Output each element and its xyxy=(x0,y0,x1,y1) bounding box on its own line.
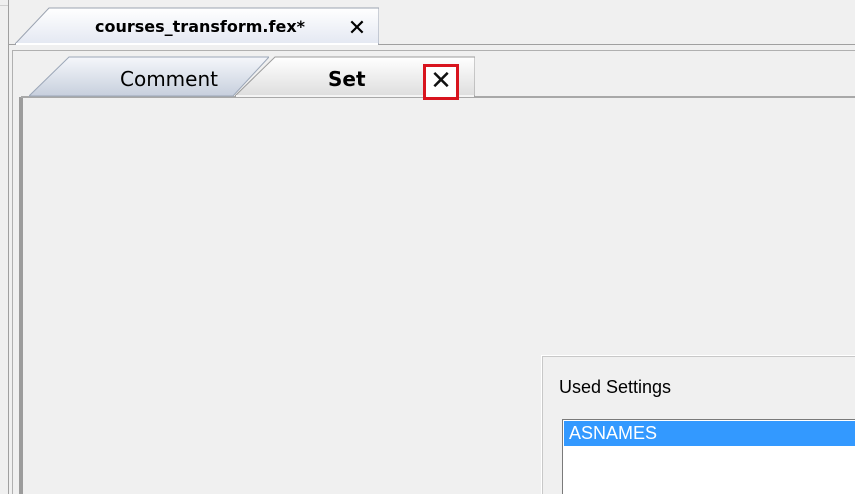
tab-set[interactable]: Set ✕ xyxy=(235,55,475,100)
document-tab-courses-transform[interactable]: courses_transform.fex* ✕ xyxy=(15,7,379,45)
used-settings-group: Used Settings ASNAMES xyxy=(541,355,855,494)
document-tab-title: courses_transform.fex* xyxy=(95,17,305,36)
used-settings-title: Used Settings xyxy=(559,377,672,397)
tab-set-label: Set xyxy=(328,67,366,91)
used-setting-asnames[interactable]: ASNAMES xyxy=(564,421,855,446)
used-settings-list[interactable]: ASNAMES xyxy=(562,419,855,494)
editor-tab-strip: Comment Set ✕ xyxy=(13,51,855,100)
document-tab-strip: courses_transform.fex* ✕ xyxy=(9,7,855,45)
editor-panel: Comment Set ✕ Used Settings ASNAMES xyxy=(12,50,855,494)
tab-comment-label: Comment xyxy=(120,67,218,91)
close-set-tab-icon[interactable]: ✕ xyxy=(423,64,459,100)
close-document-tab-icon[interactable]: ✕ xyxy=(346,18,368,40)
tab-comment[interactable]: Comment xyxy=(29,55,269,97)
application-window: courses_transform.fex* ✕ Comment Set ✕ U… xyxy=(0,0,855,494)
